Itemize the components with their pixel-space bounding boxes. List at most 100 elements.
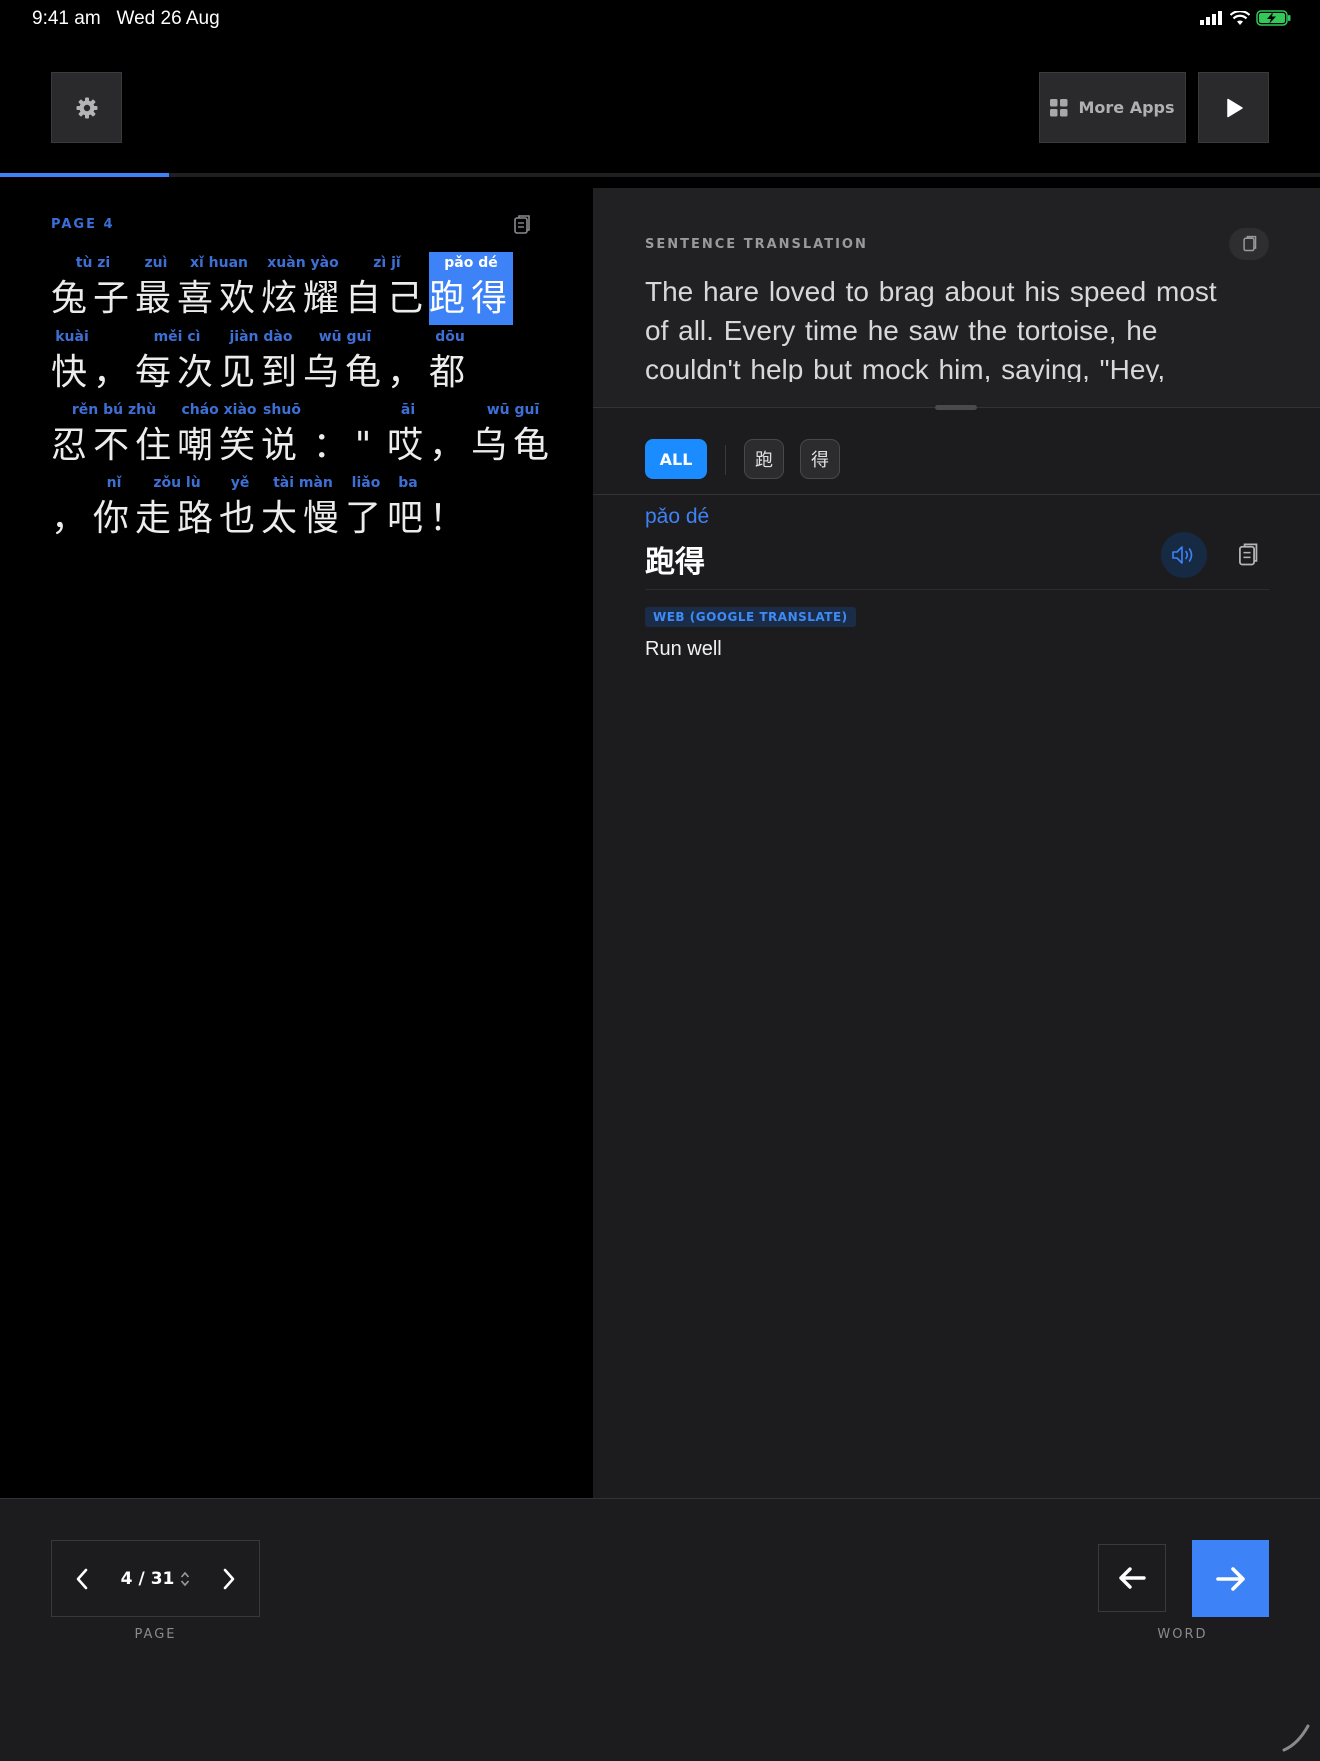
status-date: Wed 26 Aug — [116, 8, 220, 29]
reader-word[interactable]: ， — [429, 399, 471, 472]
more-apps-button[interactable]: More Apps — [1039, 72, 1186, 143]
word-translation: Run well — [645, 638, 722, 660]
reader-word[interactable]: zuì 最 — [135, 252, 177, 325]
word-pinyin-annotation: wū guī — [486, 402, 540, 418]
reader-word[interactable]: zì jǐ 自己 — [345, 252, 429, 325]
word-characters: 跑得 — [429, 278, 514, 319]
word-pinyin-annotation: zì jǐ — [373, 255, 401, 271]
word-characters: 吧 — [387, 498, 430, 539]
reader-word[interactable]: tù zi 兔子 — [51, 252, 135, 325]
next-word-button[interactable] — [1192, 1540, 1269, 1617]
reader-word[interactable]: tài màn 太慢 — [261, 472, 345, 545]
page-label: PAGE 4 — [51, 217, 115, 232]
word-pinyin-annotation — [93, 326, 135, 348]
word-characters: 了 — [345, 498, 388, 539]
reader-word[interactable]: xǐ huan 喜欢 — [177, 252, 261, 325]
word-characters: 都 — [429, 352, 472, 393]
status-time: 9:41 am Wed 26 Aug — [32, 8, 220, 30]
word-characters: 走路 — [135, 498, 220, 539]
word-pinyin-annotation: ba — [398, 475, 418, 491]
reader-word[interactable]: wū guī 乌龟 — [303, 326, 387, 399]
reader-word[interactable]: rěn bú zhù 忍不住 — [51, 399, 177, 472]
copy-icon[interactable] — [510, 213, 532, 237]
page-selector[interactable]: 4 / 31 — [112, 1569, 199, 1589]
reader-word[interactable]: ：" — [303, 399, 387, 472]
reader-word[interactable]: shuō 说 — [261, 399, 303, 472]
word-pinyin: pǎo dé — [645, 505, 710, 528]
reader-word[interactable]: dōu 都 — [429, 326, 471, 399]
word-characters: 兔子 — [51, 278, 136, 319]
reader-word[interactable]: wū guī 乌龟 — [471, 399, 555, 472]
previous-word-button[interactable] — [1098, 1544, 1166, 1612]
reader-word[interactable]: ！ — [429, 472, 471, 545]
sentence-translation-label: SENTENCE TRANSLATION — [645, 237, 868, 252]
arrow-left-icon — [1119, 1567, 1146, 1589]
filter-divider — [725, 445, 726, 475]
reader-word[interactable]: nǐ 你 — [93, 472, 135, 545]
word-pinyin-annotation: shuō — [263, 402, 301, 418]
more-apps-label: More Apps — [1078, 98, 1175, 117]
current-page: 4 — [120, 1568, 133, 1589]
next-page-button[interactable] — [199, 1541, 259, 1616]
reader-word[interactable]: měi cì 每次 — [135, 326, 219, 399]
status-clock: 9:41 am — [32, 8, 101, 29]
reader-word[interactable]: liǎo 了 — [345, 472, 387, 545]
reader-line: rěn bú zhù 忍不住 cháo xiào 嘲笑 shuō 说：" āi 哎， wū gu… — [51, 399, 549, 472]
previous-page-button[interactable] — [52, 1541, 112, 1616]
word-characters: ， — [51, 498, 94, 539]
copy-word-button[interactable] — [1229, 537, 1265, 573]
play-button[interactable] — [1198, 72, 1269, 143]
translation-source-badge: WEB (GOOGLE TRANSLATE) — [645, 607, 856, 627]
page-separator: / — [138, 1568, 145, 1589]
filter-char-chip[interactable]: 跑 — [744, 439, 784, 479]
word-pinyin-annotation: xǐ huan — [189, 255, 249, 271]
word-characters: ！ — [429, 498, 472, 539]
copy-icon — [1239, 543, 1258, 566]
word-pinyin-annotation: rěn bú zhù — [71, 402, 157, 418]
word-pinyin-annotation: tù zi — [75, 255, 111, 271]
word-characters: 快 — [51, 352, 94, 393]
home-indicator-corner — [1282, 1724, 1310, 1752]
settings-button[interactable] — [51, 72, 122, 143]
word-pinyin-annotation: yě — [230, 475, 250, 491]
word-characters: 炫耀 — [261, 278, 346, 319]
sentence-text-area[interactable]: The hare loved to brag about his speed m… — [645, 272, 1245, 382]
word-characters: 哎 — [387, 425, 430, 466]
word-divider — [645, 589, 1269, 590]
word-characters: ， — [387, 352, 430, 393]
reader-line: ， nǐ 你 zǒu lù 走路 yě 也 tài màn 太慢 liǎo 了 ba 吧！ — [51, 472, 541, 545]
word-characters: 最 — [135, 278, 178, 319]
reader-word[interactable]: jiàn dào 见到 — [219, 326, 303, 399]
progress-track — [0, 173, 1320, 177]
word-characters: 喜欢 — [177, 278, 262, 319]
reader-word[interactable]: yě 也 — [219, 472, 261, 545]
reader-word[interactable]: āi 哎 — [387, 399, 429, 472]
page-caption: PAGE — [134, 1627, 177, 1642]
reader-word[interactable]: ， — [51, 472, 93, 545]
reader-word[interactable]: xuàn yào 炫耀 — [261, 252, 345, 325]
reader-word[interactable]: ， — [387, 326, 429, 399]
reader-word[interactable]: zǒu lù 走路 — [135, 472, 219, 545]
filter-char-chip[interactable]: 得 — [800, 439, 840, 479]
word-pinyin-annotation: cháo xiào — [181, 402, 257, 418]
selected-word[interactable]: pǎo dé 跑得 — [429, 252, 513, 325]
gear-icon — [76, 97, 97, 118]
word-pinyin-annotation: kuài — [55, 329, 89, 345]
reader-word[interactable]: kuài 快 — [51, 326, 93, 399]
arrow-right-icon — [1215, 1566, 1245, 1591]
word-characters: 乌龟 — [471, 425, 556, 466]
word-pinyin-annotation — [429, 472, 471, 494]
copy-sentence-button[interactable] — [1229, 228, 1269, 260]
wifi-icon — [1230, 10, 1250, 25]
status-icons — [1200, 10, 1292, 26]
word-pinyin-annotation: liǎo — [351, 475, 381, 491]
reader-word[interactable]: ， — [93, 326, 135, 399]
reader-word[interactable]: cháo xiào 嘲笑 — [177, 399, 261, 472]
filter-all-button[interactable]: ALL — [645, 439, 707, 479]
word-characters: 说 — [261, 425, 304, 466]
pronounce-button[interactable] — [1161, 532, 1207, 578]
word-pinyin-annotation: nǐ — [106, 475, 122, 491]
word-characters: ， — [93, 352, 136, 393]
reader-word[interactable]: ba 吧 — [387, 472, 429, 545]
reader-line: tù zi 兔子 zuì 最 xǐ huan 喜欢 xuàn yào 炫耀 zì jǐ 自己 pǎo… — [51, 252, 541, 325]
